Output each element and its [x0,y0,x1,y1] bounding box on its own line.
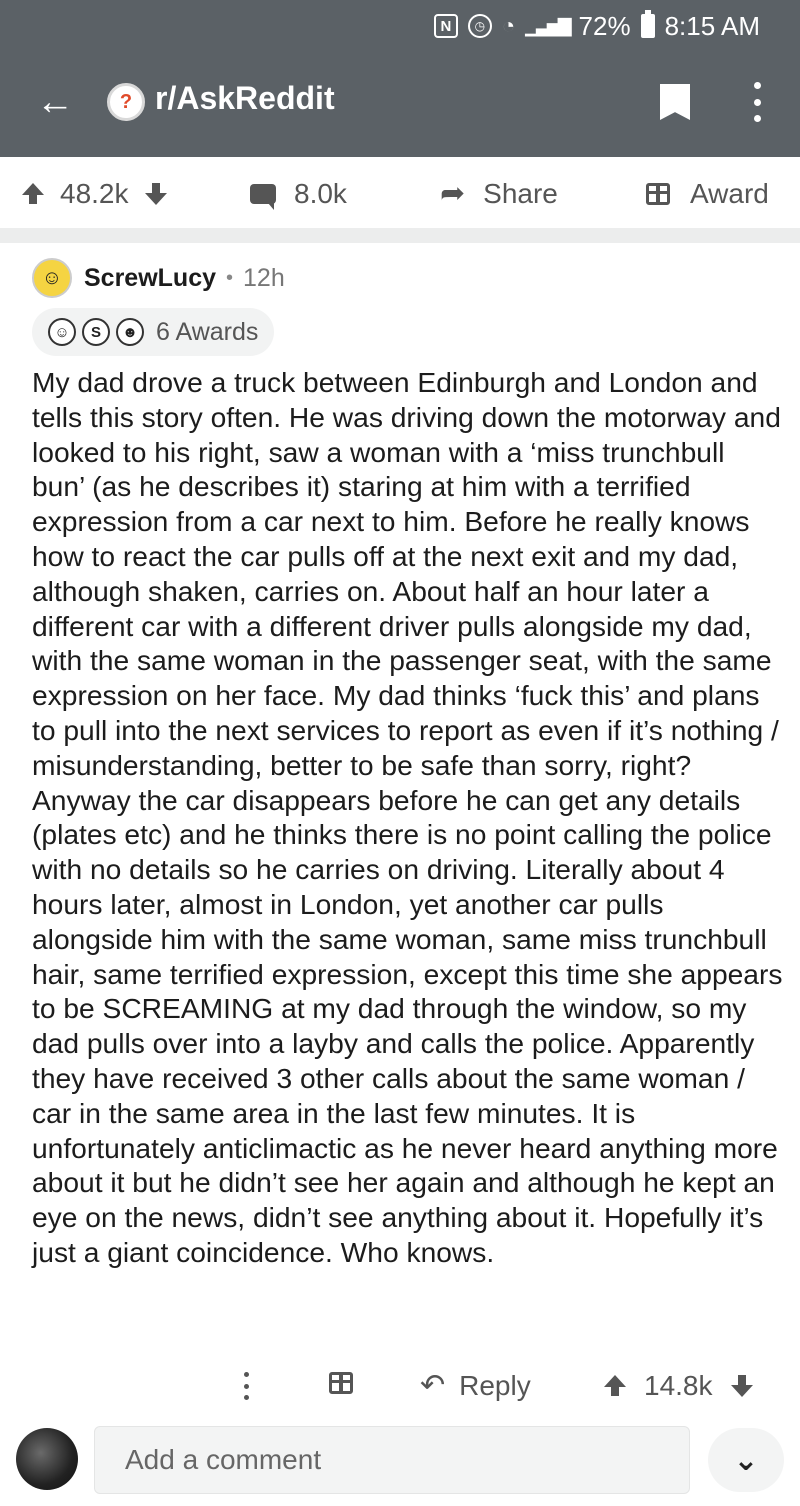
signal-icon: ▁▃▅▇ [525,15,571,36]
alarm-icon: ◷ [467,14,492,38]
add-comment-input[interactable] [94,1426,690,1494]
separator-dot: • [226,266,234,289]
comment-icon [250,184,276,210]
more-vert-icon [244,1372,250,1400]
share-button[interactable]: ➦ Share [440,178,558,210]
reply-label: Reply [459,1370,531,1401]
awards-count: 6 Awards [156,317,259,346]
comment-vote-count: 14.8k [644,1370,713,1401]
gift-icon [646,183,670,205]
app-bar: N ◷ ◔ ▁▃▅▇ 72% 8:15 AM ← ? r/AskReddit [0,0,800,157]
post-vote-group: 48.2k [22,178,167,210]
comment-actions-bar: ↶ Reply 14.8k [0,1362,800,1410]
back-arrow-icon[interactable]: ← [36,82,76,122]
award-badge-icon: S [82,318,110,346]
upvote-icon[interactable] [604,1375,626,1396]
my-avatar[interactable] [16,1428,78,1490]
reply-icon: ↶ [420,1369,446,1402]
subreddit-avatar[interactable]: ? [107,83,145,121]
toolbar: ← ? r/AskReddit [0,70,800,134]
comment-count: 8.0k [294,178,347,209]
comment-body: My dad drove a truck between Edinburgh a… [32,366,783,1268]
post-actions-bar: 48.2k 8.0k ➦ Share Award [0,162,800,228]
award-badge-icon: ☺ [48,318,76,346]
downvote-icon[interactable] [730,1375,753,1397]
comment-header: ☺ ScrewLucy • 12h [32,258,285,298]
user-avatar[interactable]: ☺ [32,258,72,298]
clock: 8:15 AM [664,10,760,41]
award-label: Award [690,178,769,209]
award-badge-icon: ☻ [116,318,144,346]
battery-icon [640,10,655,38]
comment-more-button[interactable] [244,1372,250,1400]
divider [0,228,800,243]
comment-composer: ⌄ [0,1422,800,1502]
comment-award-button[interactable] [329,1372,353,1394]
awards-pill[interactable]: ☺ S ☻ 6 Awards [32,308,275,356]
status-bar: N ◷ ◔ ▁▃▅▇ 72% 8:15 AM [433,8,760,44]
more-options-icon[interactable] [752,82,762,122]
subreddit-title[interactable]: r/AskReddit [155,80,335,117]
nfc-icon: N [433,14,458,38]
downvote-icon[interactable] [144,183,167,205]
comment-vote-group: 14.8k [604,1370,753,1402]
award-button[interactable]: Award [646,178,769,210]
comments-button[interactable]: 8.0k [250,178,347,210]
wifi-icon: ◔ [501,13,516,38]
upvote-icon[interactable] [22,183,44,204]
share-icon: ➦ [440,177,466,210]
gift-icon [329,1372,353,1394]
share-label: Share [483,178,558,209]
bookmark-icon[interactable] [660,84,690,120]
post-vote-count: 48.2k [60,178,129,209]
comment-username[interactable]: ScrewLucy [84,264,216,293]
reply-button[interactable]: ↶ Reply [420,1370,531,1402]
comment-age: 12h [243,263,285,292]
chevron-double-down-icon[interactable]: ⌄ [708,1428,784,1492]
battery-percent: 72% [578,10,631,41]
